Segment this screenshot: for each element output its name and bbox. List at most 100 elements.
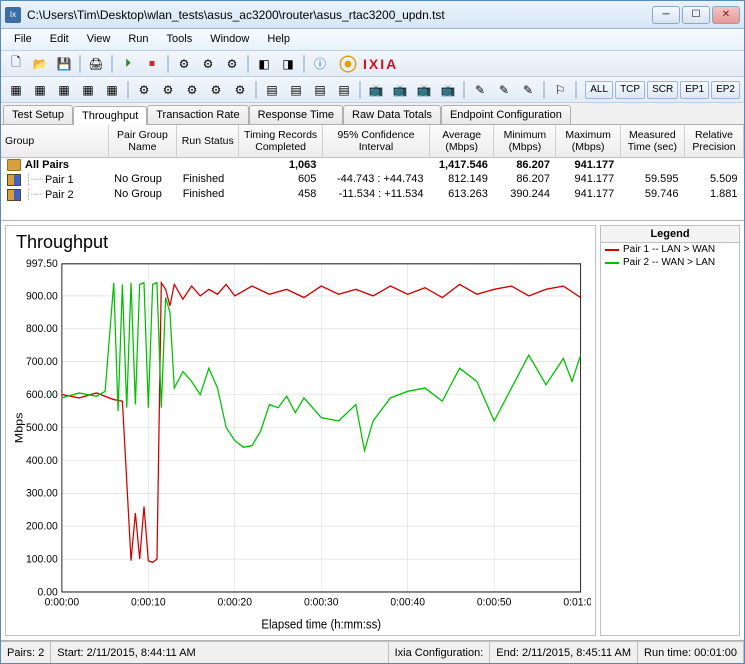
legend-item[interactable]: Pair 1 -- LAN > WAN — [601, 243, 739, 256]
info-icon[interactable]: ⓘ — [309, 54, 331, 74]
tab-transaction-rate[interactable]: Transaction Rate — [147, 105, 248, 124]
app-icon: Ix — [5, 7, 21, 23]
svg-text:800.00: 800.00 — [26, 323, 58, 336]
tab-response-time[interactable]: Response Time — [249, 105, 343, 124]
table-row[interactable]: ┊┈┈ Pair 1 No Group Finished 605 -44.743… — [1, 172, 744, 187]
col-group[interactable]: Group — [1, 125, 108, 157]
legend-title: Legend — [601, 226, 739, 243]
print-icon[interactable]: 🖨 — [85, 54, 107, 74]
new-icon[interactable]: 🗋 — [5, 54, 27, 74]
svg-text:Elapsed time (h:mm:ss): Elapsed time (h:mm:ss) — [261, 617, 381, 632]
tool-icon[interactable]: ⚙ — [197, 54, 219, 74]
tool-icon[interactable]: 📺 — [365, 80, 387, 100]
tool-icon[interactable]: ⚙ — [133, 80, 155, 100]
tab-throughput[interactable]: Throughput — [73, 106, 147, 125]
menu-edit[interactable]: Edit — [41, 29, 78, 50]
tab-test-setup[interactable]: Test Setup — [3, 105, 73, 124]
tool-icon[interactable]: ⚙ — [221, 54, 243, 74]
separator — [575, 81, 577, 99]
throughput-chart: 0.00100.00200.00300.00400.00500.00600.00… — [10, 257, 591, 633]
col-average[interactable]: Average (Mbps) — [430, 125, 494, 157]
col-confidence[interactable]: 95% Confidence Interval — [322, 125, 429, 157]
menu-window[interactable]: Window — [201, 29, 258, 50]
col-relative-precision[interactable]: Relative Precision — [685, 125, 744, 157]
tool-icon[interactable]: ▦ — [29, 80, 51, 100]
col-pair-group[interactable]: Pair Group Name — [108, 125, 177, 157]
title-bar: Ix C:\Users\Tim\Desktop\wlan_tests\asus_… — [1, 1, 744, 29]
tool-icon[interactable]: 📺 — [389, 80, 411, 100]
tool-icon[interactable]: ✎ — [469, 80, 491, 100]
filter-tcp-button[interactable]: TCP — [615, 81, 645, 99]
legend-item[interactable]: Pair 2 -- WAN > LAN — [601, 256, 739, 269]
filter-ep1-button[interactable]: EP1 — [680, 81, 709, 99]
svg-text:900.00: 900.00 — [26, 290, 58, 303]
tool-icon[interactable]: ✎ — [517, 80, 539, 100]
close-button[interactable]: ✕ — [712, 6, 740, 24]
maximize-button[interactable]: ☐ — [682, 6, 710, 24]
status-bar: Pairs: 2 Start: 2/11/2015, 8:44:11 AM Ix… — [1, 641, 744, 663]
menu-bar: File Edit View Run Tools Window Help — [1, 29, 744, 51]
tool-icon[interactable]: ▤ — [333, 80, 355, 100]
open-icon[interactable]: 📂 — [29, 54, 51, 74]
save-icon[interactable]: 💾 — [53, 54, 75, 74]
tool-icon[interactable]: ⚙ — [173, 54, 195, 74]
filter-scr-button[interactable]: SCR — [647, 81, 678, 99]
table-row-summary[interactable]: All Pairs 1,063 1,417.546 86.207 941.177 — [1, 157, 744, 172]
separator — [127, 81, 129, 99]
col-timing[interactable]: Timing Records Completed — [239, 125, 323, 157]
menu-help[interactable]: Help — [258, 29, 299, 50]
filter-ep2-button[interactable]: EP2 — [711, 81, 740, 99]
filter-all-button[interactable]: ALL — [585, 81, 613, 99]
toolbar-main: 🗋 📂 💾 🖨 ⏵ ⏹ ⚙ ⚙ ⚙ ◧ ◨ ⓘ ⦿IXIA — [1, 51, 744, 77]
menu-view[interactable]: View — [78, 29, 120, 50]
legend-label: Pair 2 -- WAN > LAN — [623, 257, 715, 268]
separator — [543, 81, 545, 99]
tool-icon[interactable]: 📺 — [437, 80, 459, 100]
tab-raw-data-totals[interactable]: Raw Data Totals — [343, 105, 441, 124]
tab-strip: Test Setup Throughput Transaction Rate R… — [1, 103, 744, 125]
col-maximum[interactable]: Maximum (Mbps) — [556, 125, 620, 157]
tool-icon[interactable]: ▦ — [77, 80, 99, 100]
stop-icon[interactable]: ⏹ — [141, 54, 163, 74]
pair-icon — [7, 174, 21, 186]
separator — [303, 55, 305, 73]
tool-icon[interactable]: ▤ — [261, 80, 283, 100]
results-table: Group Pair Group Name Run Status Timing … — [1, 125, 744, 202]
window-title: C:\Users\Tim\Desktop\wlan_tests\asus_ac3… — [27, 8, 652, 22]
tool-icon[interactable]: ⚙ — [157, 80, 179, 100]
tool-icon[interactable]: ⚙ — [205, 80, 227, 100]
tool-icon[interactable]: ▦ — [53, 80, 75, 100]
svg-text:200.00: 200.00 — [26, 520, 58, 533]
tool-icon[interactable]: ▤ — [285, 80, 307, 100]
menu-tools[interactable]: Tools — [158, 29, 202, 50]
tab-endpoint-config[interactable]: Endpoint Configuration — [441, 105, 571, 124]
tool-icon[interactable]: ▦ — [101, 80, 123, 100]
tool-icon[interactable]: ✎ — [493, 80, 515, 100]
tool-icon[interactable]: ⚐ — [549, 80, 571, 100]
svg-text:400.00: 400.00 — [26, 454, 58, 467]
run-icon[interactable]: ⏵ — [117, 54, 139, 74]
folder-icon — [7, 159, 21, 171]
chart-title: Throughput — [16, 232, 591, 253]
tool-icon[interactable]: ◧ — [253, 54, 275, 74]
col-run-status[interactable]: Run Status — [177, 125, 239, 157]
minimize-button[interactable]: ─ — [652, 6, 680, 24]
tool-icon[interactable]: ⚙ — [181, 80, 203, 100]
status-end: End: 2/11/2015, 8:45:11 AM — [490, 642, 638, 663]
menu-file[interactable]: File — [5, 29, 41, 50]
svg-text:0:00:30: 0:00:30 — [304, 596, 339, 609]
tool-icon[interactable]: ▦ — [5, 80, 27, 100]
tool-icon[interactable]: ⚙ — [229, 80, 251, 100]
col-minimum[interactable]: Minimum (Mbps) — [494, 125, 556, 157]
tool-icon[interactable]: 📺 — [413, 80, 435, 100]
tool-icon[interactable]: ▤ — [309, 80, 331, 100]
svg-text:Mbps: Mbps — [12, 413, 25, 444]
pair-icon — [7, 189, 21, 201]
separator — [359, 81, 361, 99]
brand-logo: ⦿IXIA — [339, 51, 398, 77]
table-row[interactable]: ┊┈┈ Pair 2 No Group Finished 458 -11.534… — [1, 187, 744, 202]
legend-panel: Legend Pair 1 -- LAN > WAN Pair 2 -- WAN… — [600, 225, 740, 636]
tool-icon[interactable]: ◨ — [277, 54, 299, 74]
col-measured-time[interactable]: Measured Time (sec) — [620, 125, 684, 157]
menu-run[interactable]: Run — [119, 29, 157, 50]
